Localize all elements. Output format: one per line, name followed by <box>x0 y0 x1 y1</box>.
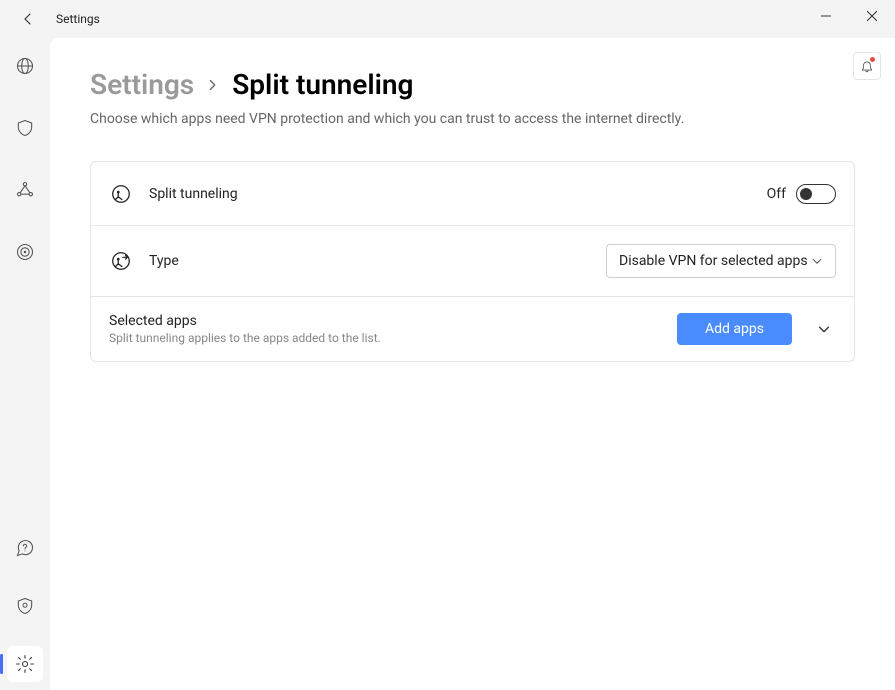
split-tunneling-toggle[interactable] <box>796 184 836 204</box>
target-icon <box>15 242 35 262</box>
chevron-right-icon <box>206 78 220 92</box>
sidebar-item-security[interactable] <box>7 588 43 624</box>
selected-apps-subtitle: Split tunneling applies to the apps adde… <box>109 331 381 345</box>
minimize-button[interactable] <box>803 0 849 32</box>
toggle-knob <box>800 188 812 200</box>
titlebar: Settings <box>0 0 895 38</box>
notification-dot <box>870 57 875 62</box>
shield-settings-icon <box>15 596 35 616</box>
arrow-left-icon <box>20 11 36 27</box>
breadcrumb-root[interactable]: Settings <box>90 68 194 101</box>
split-tunneling-label: Split tunneling <box>149 186 238 202</box>
window-controls <box>803 0 895 32</box>
toggle-state-label: Off <box>767 186 786 202</box>
page-subtitle: Choose which apps need VPN protection an… <box>90 111 855 127</box>
sidebar-item-target[interactable] <box>7 234 43 270</box>
type-select[interactable]: Disable VPN for selected apps <box>606 244 836 278</box>
split-tunneling-row: Split tunneling Off <box>91 162 854 226</box>
sidebar-item-shield[interactable] <box>7 110 43 146</box>
selected-apps-title: Selected apps <box>109 313 381 329</box>
main-panel: Settings Split tunneling Choose which ap… <box>50 38 895 690</box>
add-apps-button[interactable]: Add apps <box>677 313 792 345</box>
sidebar-item-network[interactable] <box>7 172 43 208</box>
back-button[interactable] <box>16 7 40 31</box>
globe-icon <box>15 56 35 76</box>
chat-help-icon <box>15 538 35 558</box>
settings-card: Split tunneling Off Type Disable VPN for… <box>90 161 855 362</box>
close-button[interactable] <box>849 0 895 32</box>
sidebar-item-settings[interactable] <box>7 646 43 682</box>
type-label: Type <box>149 253 179 269</box>
network-icon <box>15 180 35 200</box>
chevron-down-icon <box>817 322 831 336</box>
page-title: Split tunneling <box>232 68 413 101</box>
chevron-down-icon <box>811 255 823 267</box>
sidebar-item-globe[interactable] <box>7 48 43 84</box>
window-title: Settings <box>56 12 100 26</box>
selected-apps-row: Selected apps Split tunneling applies to… <box>91 297 854 361</box>
close-icon <box>867 11 877 21</box>
split-tunneling-icon <box>109 182 133 206</box>
notifications-button[interactable] <box>853 52 881 80</box>
type-icon <box>109 249 133 273</box>
sidebar <box>0 38 50 690</box>
expand-apps-button[interactable] <box>812 317 836 341</box>
minimize-icon <box>821 11 831 21</box>
gear-icon <box>15 654 35 674</box>
breadcrumb: Settings Split tunneling <box>90 68 855 101</box>
shield-icon <box>15 118 35 138</box>
sidebar-item-help[interactable] <box>7 530 43 566</box>
type-select-value: Disable VPN for selected apps <box>619 253 808 269</box>
type-row: Type Disable VPN for selected apps <box>91 226 854 297</box>
